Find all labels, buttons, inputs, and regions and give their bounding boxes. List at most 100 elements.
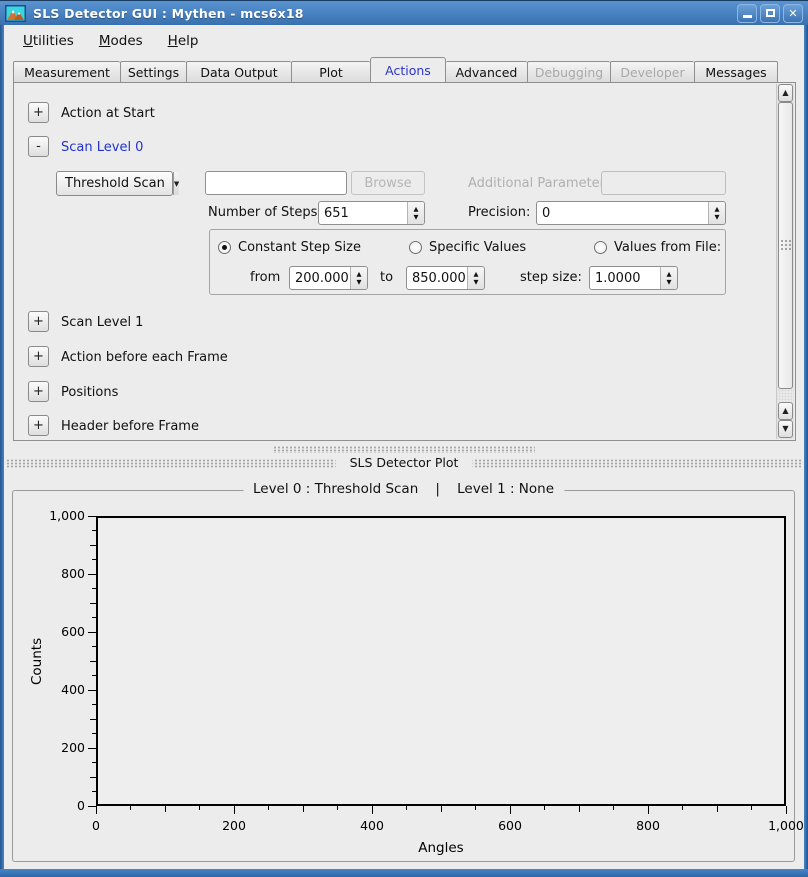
x-tick-label: 600	[470, 818, 550, 833]
scroll-down-button[interactable]: ▼	[778, 420, 793, 438]
x-axis-tick	[475, 806, 476, 810]
scan-script-input[interactable]	[205, 171, 347, 195]
close-button[interactable]: ✕	[783, 4, 803, 23]
actions-panel: + Action at Start - Scan Level 0 Thresho…	[13, 82, 796, 441]
menu-utilities[interactable]: Utilities	[14, 30, 83, 52]
menu-modes[interactable]: Modes	[90, 30, 152, 52]
step-size-spinbox[interactable]: 1.0000 ▲▼	[589, 266, 678, 290]
tab-advanced[interactable]: Advanced	[446, 61, 527, 83]
to-spinbox[interactable]: 850.0000 ▲▼	[406, 266, 485, 290]
expand-scan-level-1-button[interactable]: +	[28, 311, 49, 332]
number-of-steps-value: 651	[324, 202, 406, 224]
scrollbar-thumb[interactable]	[778, 102, 793, 389]
number-of-steps-label: Number of Steps:	[208, 205, 322, 220]
spin-down-icon[interactable]: ▼	[667, 279, 672, 286]
y-axis-tick	[90, 603, 96, 604]
scroll-up-button-bottom[interactable]: ▲	[778, 402, 793, 420]
y-axis-tick	[92, 617, 96, 618]
x-axis-tick	[648, 806, 649, 814]
spin-down-icon[interactable]: ▼	[474, 279, 479, 286]
scroll-up-button[interactable]: ▲	[778, 84, 793, 102]
spin-up-icon[interactable]: ▲	[357, 271, 362, 278]
app-window: SLS Detector GUI : Mythen - mcs6x18 ✕ Ut…	[0, 0, 808, 877]
expand-action-before-frame-button[interactable]: +	[28, 346, 49, 367]
precision-spinbox[interactable]: 0 ▲▼	[536, 201, 726, 225]
y-axis-tick	[90, 661, 96, 662]
spin-buttons[interactable]: ▲▼	[350, 267, 367, 289]
y-axis-tick	[88, 516, 96, 517]
y-axis-tick	[88, 690, 96, 691]
x-axis-tick	[751, 806, 752, 810]
x-axis-tick	[544, 806, 545, 810]
close-icon: ✕	[788, 7, 797, 20]
x-axis-tick	[441, 806, 442, 812]
x-axis-title: Angles	[341, 840, 541, 856]
spin-up-icon[interactable]: ▲	[715, 206, 720, 213]
x-tick-label: 1,000	[746, 818, 808, 833]
spin-down-icon[interactable]: ▼	[715, 214, 720, 221]
actions-scrollbar[interactable]: ▲ ▲ ▼	[776, 84, 794, 439]
tab-plot[interactable]: Plot	[291, 61, 370, 83]
to-value: 850.0000	[412, 267, 466, 289]
action-at-start-label: Action at Start	[61, 106, 155, 121]
y-axis-tick	[88, 806, 96, 807]
tab-developer: Developer	[610, 61, 694, 83]
step-size-label: step size:	[520, 270, 582, 285]
spin-up-icon[interactable]: ▲	[414, 206, 419, 213]
y-axis-tick	[92, 762, 96, 763]
y-axis-tick	[92, 791, 96, 792]
y-axis-tick	[88, 574, 96, 575]
collapse-scan-level-0-button[interactable]: -	[28, 136, 49, 157]
spin-down-icon[interactable]: ▼	[414, 214, 419, 221]
specific-values-radio[interactable]	[409, 241, 422, 254]
spin-buttons[interactable]: ▲▼	[407, 202, 424, 224]
x-axis-tick	[165, 806, 166, 812]
expand-header-before-frame-button[interactable]: +	[28, 415, 49, 436]
x-axis-tick	[303, 806, 304, 812]
x-axis-tick	[786, 806, 787, 814]
plot-dock-titlebar[interactable]: SLS Detector Plot	[4, 454, 804, 472]
spin-buttons[interactable]: ▲▼	[467, 267, 484, 289]
y-tick-label: 1,000	[13, 508, 85, 523]
plot-group-title: Level 0 : Threshold Scan | Level 1 : Non…	[243, 481, 564, 497]
scan-level-0-label: Scan Level 0	[61, 140, 143, 155]
plot-canvas[interactable]	[96, 516, 786, 806]
spin-buttons[interactable]: ▲▼	[660, 267, 677, 289]
header-before-frame-label: Header before Frame	[61, 419, 199, 434]
y-axis-tick	[90, 719, 96, 720]
tab-measurement[interactable]: Measurement	[13, 61, 120, 83]
x-axis-tick	[613, 806, 614, 810]
x-tick-label: 0	[56, 818, 136, 833]
spin-buttons[interactable]: ▲▼	[708, 202, 725, 224]
constant-step-size-radio[interactable]	[218, 241, 231, 254]
expand-action-at-start-button[interactable]: +	[28, 102, 49, 123]
window-border-left	[0, 0, 4, 877]
menu-bar: Utilities Modes Help	[4, 26, 804, 56]
y-axis-tick	[92, 646, 96, 647]
scrollbar-track[interactable]	[778, 389, 793, 402]
y-tick-label: 800	[13, 566, 85, 581]
values-from-file-radio[interactable]	[594, 241, 607, 254]
minimize-button[interactable]	[737, 4, 757, 23]
tab-settings[interactable]: Settings	[120, 61, 186, 83]
title-bar[interactable]: SLS Detector GUI : Mythen - mcs6x18 ✕	[0, 0, 808, 25]
splitter-handle[interactable]	[273, 446, 535, 453]
tab-data-output[interactable]: Data Output	[186, 61, 291, 83]
down-arrow-icon: ▼	[782, 425, 788, 433]
tab-messages[interactable]: Messages	[694, 61, 778, 83]
tab-bar: Measurement Settings Data Output Plot Ac…	[13, 57, 778, 83]
spin-up-icon[interactable]: ▲	[474, 271, 479, 278]
menu-help[interactable]: Help	[159, 30, 208, 52]
expand-positions-button[interactable]: +	[28, 381, 49, 402]
maximize-button[interactable]	[760, 4, 780, 23]
spin-down-icon[interactable]: ▼	[357, 279, 362, 286]
from-spinbox[interactable]: 200.0000 ▲▼	[289, 266, 368, 290]
scan-mode-combobox[interactable]: Threshold Scan ▼	[56, 171, 173, 196]
y-tick-label: 600	[13, 624, 85, 639]
number-of-steps-spinbox[interactable]: 651 ▲▼	[318, 201, 425, 225]
x-tick-label: 400	[332, 818, 412, 833]
x-axis-tick	[268, 806, 269, 810]
y-tick-label: 0	[13, 798, 85, 813]
spin-up-icon[interactable]: ▲	[667, 271, 672, 278]
tab-actions[interactable]: Actions	[370, 57, 446, 83]
